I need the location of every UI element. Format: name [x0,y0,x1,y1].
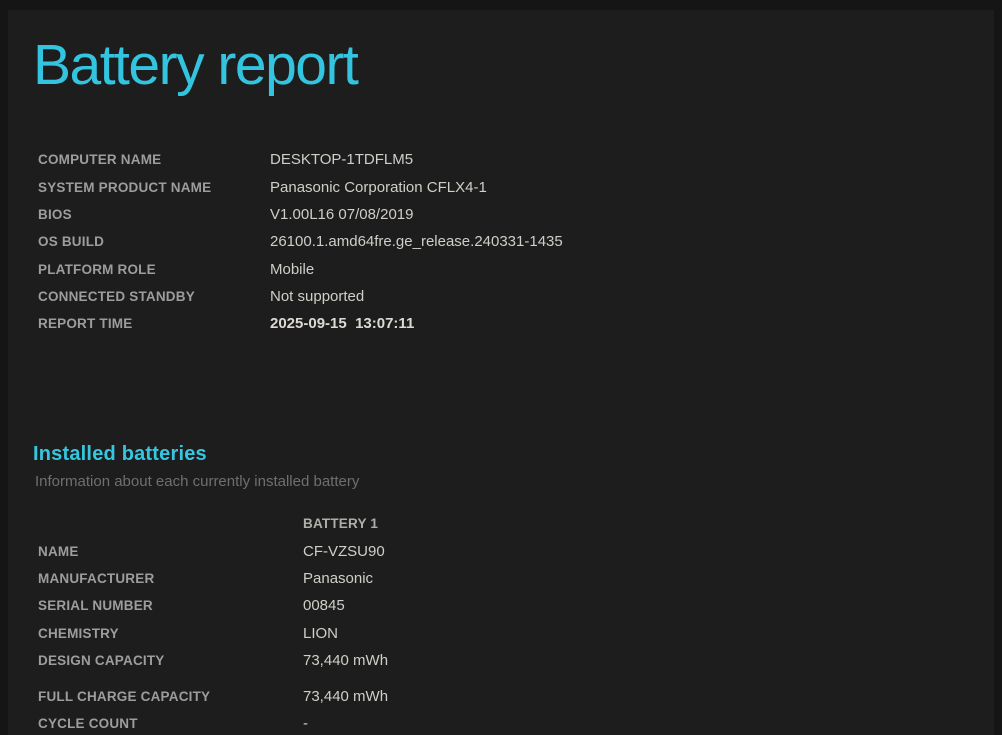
row-label: NAME [38,544,303,559]
row-value: DESKTOP-1TDFLM5 [270,151,413,168]
row-label: CONNECTED STANDBY [38,289,270,304]
row-value: 73,440 mWh [303,688,388,705]
row-value: Not supported [270,288,364,305]
battery-report-page: Battery report COMPUTER NAME DESKTOP-1TD… [0,0,1002,735]
row-value: 26100.1.amd64fre.ge_release.240331-1435 [270,233,563,250]
section-subtitle: Information about each currently install… [35,473,359,490]
table-row: SYSTEM PRODUCT NAME Panasonic Corporatio… [38,173,563,200]
row-value: Panasonic Corporation CFLX4-1 [270,179,487,196]
row-label: FULL CHARGE CAPACITY [38,689,303,704]
table-row: CYCLE COUNT - [38,710,388,735]
report-time-value: 2025-09-15 13:07:11 [270,315,414,332]
table-row: NAME CF-VZSU90 [38,537,388,564]
table-row: FULL CHARGE CAPACITY 73,440 mWh [38,683,388,710]
page-title: Battery report [33,32,357,98]
table-row: REPORT TIME 2025-09-15 13:07:11 [38,310,563,337]
row-value: LION [303,625,338,642]
table-row: MANUFACTURER Panasonic [38,565,388,592]
row-label: BIOS [38,207,270,222]
table-row: PLATFORM ROLE Mobile [38,255,563,282]
row-label: REPORT TIME [38,316,270,331]
row-value: Mobile [270,261,314,278]
battery-column-header: BATTERY 1 [303,516,378,531]
system-info-table: COMPUTER NAME DESKTOP-1TDFLM5 SYSTEM PRO… [38,146,563,337]
section-heading-installed-batteries: Installed batteries [33,443,207,466]
report-content: Battery report COMPUTER NAME DESKTOP-1TD… [8,10,994,735]
table-row: BIOS V1.00L16 07/08/2019 [38,201,563,228]
table-row: DESIGN CAPACITY 73,440 mWh [38,647,388,674]
row-label: COMPUTER NAME [38,152,270,167]
row-label: OS BUILD [38,234,270,249]
row-label: SYSTEM PRODUCT NAME [38,180,270,195]
table-row: OS BUILD 26100.1.amd64fre.ge_release.240… [38,228,563,255]
row-label: DESIGN CAPACITY [38,653,303,668]
table-row: SERIAL NUMBER 00845 [38,592,388,619]
row-value: - [303,715,308,732]
row-value: Panasonic [303,570,373,587]
row-label: PLATFORM ROLE [38,262,270,277]
row-label: CYCLE COUNT [38,716,303,731]
installed-batteries-table: BATTERY 1 NAME CF-VZSU90 MANUFACTURER Pa… [38,510,388,735]
table-row: COMPUTER NAME DESKTOP-1TDFLM5 [38,146,563,173]
row-label: SERIAL NUMBER [38,598,303,613]
row-label: MANUFACTURER [38,571,303,586]
table-row: CHEMISTRY LION [38,619,388,646]
row-value: V1.00L16 07/08/2019 [270,206,413,223]
row-value: CF-VZSU90 [303,543,385,560]
row-label: CHEMISTRY [38,626,303,641]
table-row: CONNECTED STANDBY Not supported [38,283,563,310]
row-value: 73,440 mWh [303,652,388,669]
table-header-row: BATTERY 1 [38,510,388,537]
row-value: 00845 [303,597,345,614]
